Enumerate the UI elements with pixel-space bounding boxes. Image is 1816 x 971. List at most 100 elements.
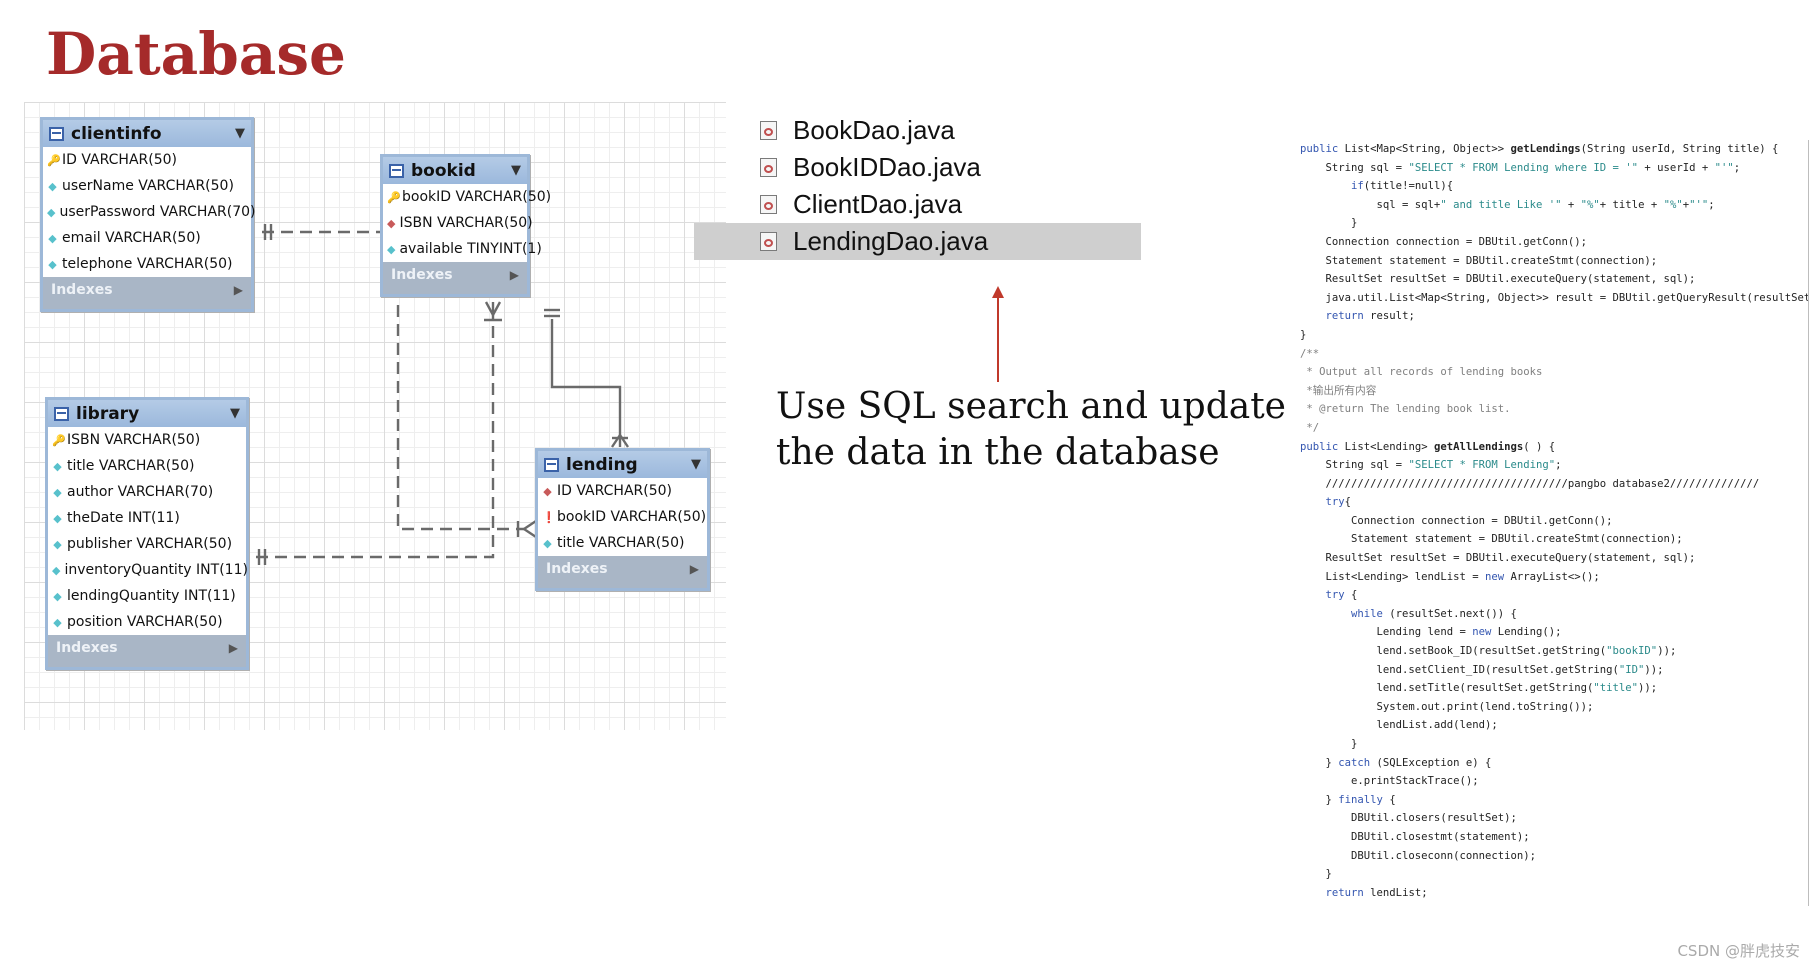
file-name: BookDao.java [793,115,955,145]
key-icon: 🔑 [47,153,61,167]
code-line: lendList.add(lend); [1300,719,1498,732]
collapse-arrow-icon[interactable]: ▼ [511,163,521,178]
field-row: ◆ userPassword VARCHAR(70) [43,199,255,225]
field-label: publisher VARCHAR(50) [67,536,233,552]
annotation-text: Use SQL search and update the data in th… [776,384,1286,476]
table-bookid[interactable]: bookid ▼ 🔑 bookID VARCHAR(50) ◆ ISBN VARCH… [380,154,551,297]
code-line: * @return The lending book list. [1300,403,1511,416]
diamond-icon: ◆ [48,231,57,245]
indexes-bar[interactable]: Indexes ▶ [43,277,251,303]
field-row: ◆ ID VARCHAR(50) [538,478,707,504]
field-label: bookID VARCHAR(50) [402,189,552,205]
code-line: ResultSet resultSet = DBUtil.executeQuer… [1300,552,1696,565]
code-line: lend.setBook_ID(resultSet.getString("boo… [1300,645,1677,658]
field-label: theDate INT(11) [67,510,180,526]
code-line: e.printStackTrace(); [1300,775,1479,788]
table-icon [389,163,404,178]
code-listing: public List<Map<String, Object>> getLend… [1300,140,1809,906]
file-item[interactable]: BookIDDao.java [760,149,1200,186]
file-item[interactable]: ClientDao.java [760,186,1200,223]
diamond-icon: ◆ [48,179,57,193]
key-icon: 🔑 [52,433,66,447]
field-label: telephone VARCHAR(50) [62,256,233,272]
expand-arrow-icon: ▶ [228,641,238,655]
field-row: ◆ inventoryQuantity INT(11) [48,557,248,583]
file-item-selected[interactable]: LendingDao.java [694,223,1141,260]
er-diagram: clientinfo ▼ 🔑 ID VARCHAR(50) ◆ userName V… [24,102,726,730]
red-key-icon: ❗ [542,510,556,524]
code-line: Statement statement = DBUtil.createStmt(… [1300,533,1683,546]
table-footer [383,288,527,294]
table-header: library ▼ [48,400,246,427]
code-line: List<Lending> lendList = new ArrayList<>… [1300,570,1600,583]
code-line: } finally { [1300,793,1396,806]
indexes-bar[interactable]: Indexes ▶ [538,556,707,582]
code-line: } [1300,868,1332,881]
table-clientinfo[interactable]: clientinfo ▼ 🔑 ID VARCHAR(50) ◆ userName V… [40,117,255,312]
diamond-icon: ◆ [47,205,56,219]
code-line: try{ [1325,496,1352,509]
expand-arrow-icon: ▶ [689,562,699,576]
code-line: System.out.print(lend.toString()); [1300,700,1594,713]
diamond-icon: ◆ [53,459,62,473]
field-row: ◆ theDate INT(11) [48,505,246,531]
table-icon [54,406,69,421]
field-label: position VARCHAR(50) [67,614,223,630]
table-library[interactable]: library ▼ 🔑 ISBN VARCHAR(50) ◆ title VARCH… [45,397,249,670]
code-line: } [1300,217,1358,230]
diamond-icon: ◆ [53,537,62,551]
field-row: ◆ author VARCHAR(70) [48,479,246,505]
table-header: lending ▼ [538,451,707,478]
code-line: DBUtil.closeconn(connection); [1300,849,1536,862]
code-line: Connection connection = DBUtil.getConn()… [1300,235,1588,248]
field-row: 🔑 ID VARCHAR(50) [43,147,251,173]
code-line: try { [1325,589,1358,602]
field-label: ISBN VARCHAR(50) [399,215,533,231]
indexes-label: Indexes [546,561,608,577]
field-label: ID VARCHAR(50) [62,152,177,168]
table-lending[interactable]: lending ▼ ◆ ID VARCHAR(50) ❗ bookID VARCHA… [535,448,710,591]
code-line: DBUtil.closestmt(statement); [1300,830,1530,843]
code-line: } catch (SQLException e) { [1300,756,1492,769]
indexes-bar[interactable]: Indexes ▶ [48,635,246,661]
file-item[interactable]: BookDao.java [760,112,1200,149]
code-line: Connection connection = DBUtil.getConn()… [1300,514,1613,527]
field-row: ❗ bookID VARCHAR(50) [538,504,707,530]
annotation-line-1: Use SQL search and update [776,386,1286,427]
collapse-arrow-icon[interactable]: ▼ [235,126,245,141]
java-file-icon [760,232,777,251]
field-row: 🔑 ISBN VARCHAR(50) [48,427,246,453]
code-line: public List<Lending> getAllLendings( ) { [1300,440,1556,453]
code-line: lend.setTitle(resultSet.getString("title… [1300,682,1658,695]
field-label: userName VARCHAR(50) [62,178,234,194]
file-name: ClientDao.java [793,189,963,219]
code-line: * Output all records of lending books [1300,366,1543,379]
field-label: userPassword VARCHAR(70) [59,204,256,220]
code-line: //////////////////////////////////////pa… [1300,477,1760,490]
table-footer [48,661,246,667]
field-label: lendingQuantity INT(11) [67,588,236,604]
field-label: author VARCHAR(70) [67,484,214,500]
collapse-arrow-icon[interactable]: ▼ [230,406,240,421]
diamond-icon: ◆ [48,257,57,271]
table-name: clientinfo [71,123,162,144]
collapse-arrow-icon[interactable]: ▼ [691,457,701,472]
indexes-label: Indexes [391,267,453,283]
expand-arrow-icon: ▶ [509,268,519,282]
field-label: inventoryQuantity INT(11) [64,562,248,578]
field-label: title VARCHAR(50) [67,458,195,474]
code-line: Statement statement = DBUtil.createStmt(… [1300,254,1658,267]
indexes-bar[interactable]: Indexes ▶ [383,262,527,288]
key-icon: 🔑 [387,190,401,204]
field-label: title VARCHAR(50) [557,535,685,551]
java-file-icon [760,195,777,214]
field-label: bookID VARCHAR(50) [557,509,707,525]
code-line: */ [1300,421,1320,434]
code-line: *输出所有内容 [1300,384,1377,397]
table-header: clientinfo ▼ [43,120,251,147]
diamond-icon: ◆ [53,485,62,499]
indexes-label: Indexes [56,640,118,656]
code-line: } [1300,328,1307,341]
java-file-icon [760,158,777,177]
relation-library-bookid [256,319,495,559]
